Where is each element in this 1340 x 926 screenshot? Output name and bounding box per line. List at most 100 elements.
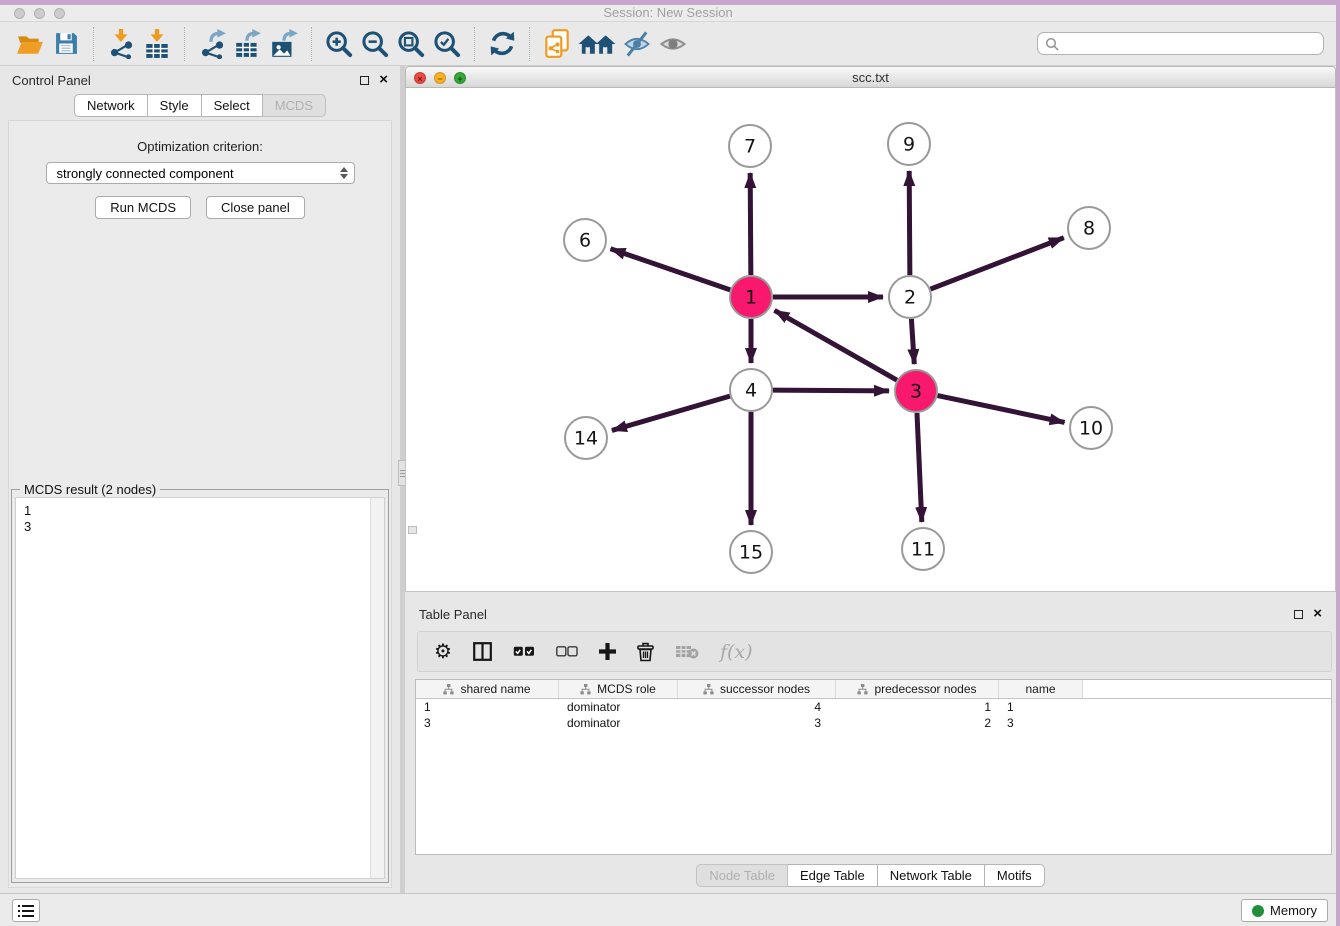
import-table-icon[interactable]: [139, 27, 175, 61]
network-window-titlebar[interactable]: × − + scc.txt: [405, 66, 1336, 88]
svg-text:6: 6: [579, 230, 591, 252]
tab-network-table[interactable]: Network Table: [878, 864, 985, 887]
graph-edge-3-10[interactable]: [938, 396, 1065, 423]
graph-node-7[interactable]: 7: [729, 125, 771, 167]
refresh-icon[interactable]: [484, 27, 520, 61]
export-table-icon[interactable]: [230, 27, 266, 61]
svg-text:7: 7: [744, 136, 756, 158]
network-canvas[interactable]: 7 9 6 8 1 2 4 3 14 10 15 11: [405, 88, 1336, 592]
table-settings-gear-icon[interactable]: ⚙: [434, 640, 452, 664]
network-window-title: scc.txt: [852, 70, 889, 85]
graph-node-10[interactable]: 10: [1070, 407, 1112, 449]
graph-node-14[interactable]: 14: [565, 417, 607, 459]
graph-node-8[interactable]: 8: [1068, 207, 1110, 249]
import-network-icon[interactable]: [103, 27, 139, 61]
tab-edge-table[interactable]: Edge Table: [788, 864, 878, 887]
table-toolbar: ⚙ f(x): [417, 631, 1332, 672]
close-panel-button[interactable]: Close panel: [206, 196, 305, 219]
graph-node-2[interactable]: 2: [889, 276, 931, 318]
tree-icon: [580, 684, 591, 695]
horizontal-splitter-handle[interactable]: [408, 526, 417, 534]
control-panel: Control Panel × Network Style Select MCD…: [0, 66, 400, 893]
tree-icon: [703, 684, 714, 695]
graph-node-4[interactable]: 4: [730, 369, 772, 411]
svg-text:2: 2: [904, 287, 916, 309]
column-header-successor-nodes[interactable]: successor nodes: [678, 680, 836, 698]
tab-node-table[interactable]: Node Table: [696, 864, 788, 887]
tab-style[interactable]: Style: [148, 94, 202, 117]
search-input[interactable]: [1064, 36, 1316, 51]
toolbar-separator: [184, 27, 185, 61]
criterion-select-value: strongly connected component: [57, 166, 234, 181]
column-header-name[interactable]: name: [999, 680, 1083, 698]
close-table-panel-icon[interactable]: ×: [1313, 609, 1322, 619]
zoom-fit-icon[interactable]: [393, 27, 429, 61]
net-close-icon[interactable]: ×: [414, 72, 426, 84]
svg-text:1: 1: [745, 287, 757, 309]
table-row[interactable]: 1 dominator 4 1 1: [416, 699, 1331, 715]
graph-node-6[interactable]: 6: [564, 219, 606, 261]
net-maximize-icon[interactable]: +: [454, 72, 466, 84]
show-all-eye-icon[interactable]: [655, 27, 691, 61]
show-columns-icon[interactable]: [473, 640, 492, 664]
first-neighbors-icon[interactable]: [575, 27, 619, 61]
delete-columns-trash-icon[interactable]: [637, 640, 654, 664]
graph-edge-2-9[interactable]: [909, 171, 910, 275]
graph-edge-2-8[interactable]: [931, 238, 1064, 289]
zoom-selected-icon[interactable]: [429, 27, 465, 61]
criterion-select[interactable]: strongly connected component: [46, 162, 355, 184]
graph-edge-2-3[interactable]: [911, 319, 914, 364]
graph-node-11[interactable]: 11: [902, 528, 944, 570]
export-image-icon[interactable]: [266, 27, 302, 61]
graph-edge-3-11[interactable]: [917, 413, 922, 522]
function-builder-icon[interactable]: f(x): [720, 640, 753, 664]
graph-node-3[interactable]: 3: [895, 370, 937, 412]
select-all-columns-icon[interactable]: [513, 640, 535, 664]
delete-table-icon[interactable]: [675, 640, 699, 664]
run-mcds-button[interactable]: Run MCDS: [95, 196, 191, 219]
float-panel-icon[interactable]: [360, 76, 369, 85]
float-table-panel-icon[interactable]: [1294, 610, 1303, 619]
graph-edge-1-7[interactable]: [750, 173, 751, 275]
graph-edge-4-3[interactable]: [773, 390, 889, 391]
tab-select[interactable]: Select: [202, 94, 263, 117]
column-header-shared-name[interactable]: shared name: [416, 680, 559, 698]
zoom-in-icon[interactable]: [321, 27, 357, 61]
svg-text:15: 15: [739, 542, 763, 564]
mcds-result-title: MCDS result (2 nodes): [20, 482, 160, 497]
tab-network[interactable]: Network: [74, 94, 148, 117]
graph-edge-3-1[interactable]: [774, 310, 896, 380]
tab-mcds[interactable]: MCDS: [263, 94, 326, 117]
save-icon[interactable]: [48, 27, 84, 61]
window-zoom-dot[interactable]: [54, 8, 65, 19]
graph-node-15[interactable]: 15: [730, 531, 772, 573]
window-close-dot[interactable]: [14, 8, 25, 19]
window-minimize-dot[interactable]: [34, 8, 45, 19]
search-box: [1037, 32, 1324, 55]
clone-network-icon[interactable]: [539, 27, 575, 61]
memory-status-icon: [1252, 905, 1264, 917]
close-panel-icon[interactable]: ×: [379, 75, 388, 85]
svg-text:10: 10: [1079, 418, 1103, 440]
result-scrollbar[interactable]: [370, 498, 384, 878]
tab-motifs[interactable]: Motifs: [985, 864, 1045, 887]
graph-edge-1-6[interactable]: [611, 249, 731, 290]
graph-node-9[interactable]: 9: [888, 123, 930, 165]
memory-button[interactable]: Memory: [1241, 899, 1328, 922]
select-stepper-icon: [340, 167, 348, 179]
column-header-mcds-role[interactable]: MCDS role: [559, 680, 678, 698]
table-row[interactable]: 3 dominator 3 2 3: [416, 715, 1331, 731]
create-column-plus-icon[interactable]: [599, 640, 616, 664]
zoom-out-icon[interactable]: [357, 27, 393, 61]
open-folder-icon[interactable]: [12, 27, 48, 61]
graph-edge-4-14[interactable]: [612, 396, 730, 430]
task-history-button[interactable]: [12, 899, 40, 922]
column-header-predecessor-nodes[interactable]: predecessor nodes: [836, 680, 999, 698]
unselect-all-columns-icon[interactable]: [556, 640, 578, 664]
net-minimize-icon[interactable]: −: [434, 72, 446, 84]
mcds-result-list[interactable]: 1 3: [15, 497, 385, 879]
export-network-icon[interactable]: [194, 27, 230, 61]
hide-selected-eye-icon[interactable]: [619, 27, 655, 61]
graph-node-1[interactable]: 1: [730, 276, 772, 318]
status-bar: Memory: [0, 893, 1336, 926]
